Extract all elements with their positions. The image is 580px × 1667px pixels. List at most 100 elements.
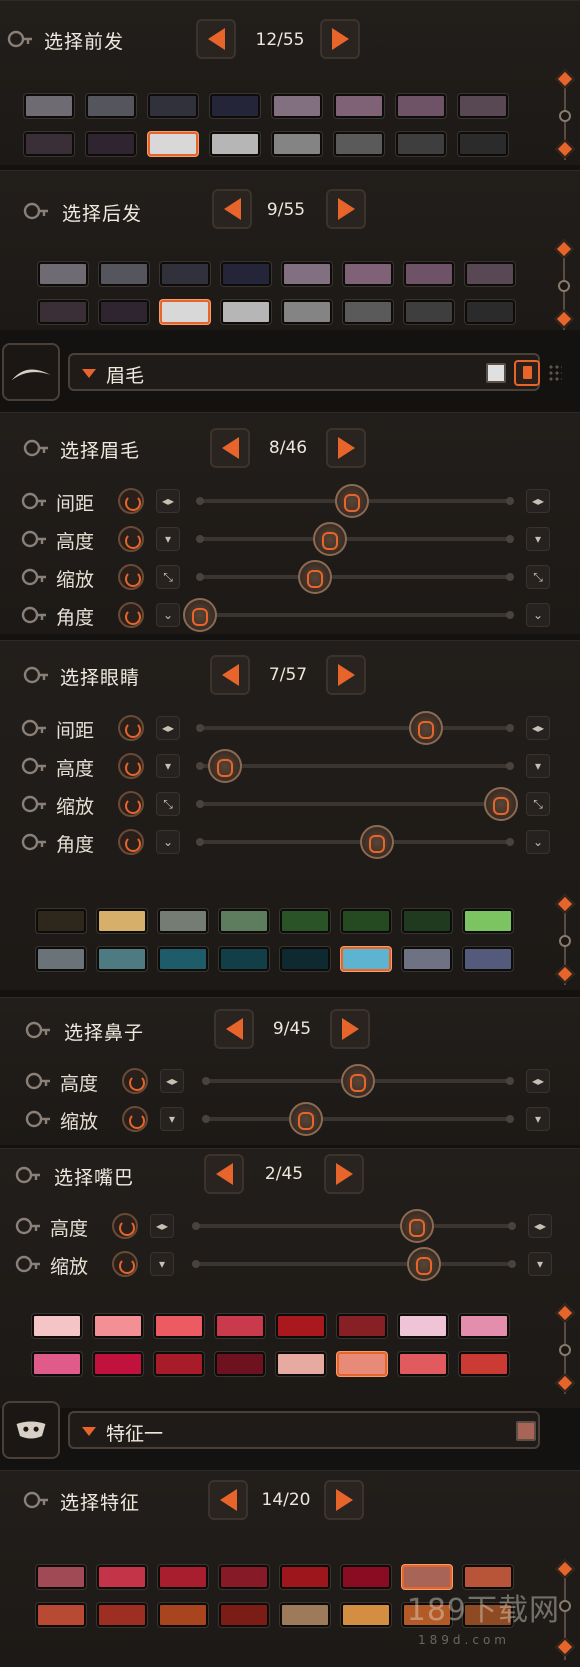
- eyebrow-category-bar[interactable]: 眉毛: [68, 353, 562, 391]
- scroll-up-icon[interactable]: [555, 894, 575, 914]
- eyebrow-slider-track[interactable]: [196, 535, 514, 543]
- color-swatch[interactable]: [398, 1314, 448, 1338]
- color-swatch[interactable]: [459, 1352, 509, 1376]
- eyes-slider-track[interactable]: [196, 838, 514, 846]
- color-swatch[interactable]: [210, 132, 260, 156]
- mouth-slider-track[interactable]: [192, 1260, 516, 1268]
- eyebrow-color-chip[interactable]: [486, 363, 506, 383]
- reset-icon[interactable]: [112, 1213, 138, 1239]
- mouth-color-scrollbar[interactable]: [555, 1303, 575, 1394]
- lock-icon[interactable]: [14, 1164, 42, 1186]
- eyebrow-prev-button[interactable]: [210, 428, 250, 468]
- color-swatch[interactable]: [280, 1603, 330, 1627]
- reset-icon[interactable]: [118, 715, 144, 741]
- eyes-slider-track[interactable]: [196, 762, 514, 770]
- back-hair-scrollbar[interactable]: [554, 239, 574, 330]
- lock-icon[interactable]: [20, 604, 48, 626]
- color-swatch[interactable]: [402, 947, 452, 971]
- color-swatch[interactable]: [402, 909, 452, 933]
- color-swatch[interactable]: [463, 909, 513, 933]
- color-swatch[interactable]: [99, 300, 149, 324]
- slider-thumb[interactable]: [313, 522, 348, 556]
- slider-thumb[interactable]: [406, 1247, 441, 1281]
- color-swatch[interactable]: [282, 262, 332, 286]
- palette-icon[interactable]: [514, 360, 540, 386]
- lock-icon[interactable]: [24, 1108, 52, 1130]
- slider-thumb[interactable]: [483, 787, 518, 821]
- front-hair-prev-button[interactable]: [196, 19, 236, 59]
- color-swatch[interactable]: [32, 1352, 82, 1376]
- color-swatch[interactable]: [210, 94, 260, 118]
- lock-icon[interactable]: [24, 1070, 52, 1092]
- mouth-next-button[interactable]: [324, 1154, 364, 1194]
- color-swatch[interactable]: [341, 1565, 391, 1589]
- slider-thumb[interactable]: [334, 484, 369, 518]
- reset-icon[interactable]: [118, 753, 144, 779]
- color-swatch[interactable]: [219, 909, 269, 933]
- color-swatch[interactable]: [38, 262, 88, 286]
- reset-icon[interactable]: [122, 1068, 148, 1094]
- color-swatch[interactable]: [38, 300, 88, 324]
- color-swatch[interactable]: [158, 947, 208, 971]
- color-swatch[interactable]: [32, 1314, 82, 1338]
- lock-icon[interactable]: [22, 664, 50, 686]
- color-swatch[interactable]: [459, 1314, 509, 1338]
- color-swatch[interactable]: [154, 1352, 204, 1376]
- back-hair-next-button[interactable]: [326, 189, 366, 229]
- color-swatch[interactable]: [404, 262, 454, 286]
- feature-category-icon[interactable]: [2, 1401, 60, 1459]
- lock-icon[interactable]: [14, 1253, 42, 1275]
- scroll-down-icon[interactable]: [555, 1373, 575, 1393]
- color-swatch[interactable]: [219, 1565, 269, 1589]
- lock-icon[interactable]: [20, 528, 48, 550]
- scroll-down-icon[interactable]: [555, 139, 575, 159]
- color-swatch[interactable]: [272, 132, 322, 156]
- scroll-down-icon[interactable]: [555, 964, 575, 984]
- nose-prev-button[interactable]: [214, 1009, 254, 1049]
- color-swatch[interactable]: [160, 262, 210, 286]
- color-swatch[interactable]: [154, 1314, 204, 1338]
- color-swatch[interactable]: [219, 947, 269, 971]
- drag-handle-icon[interactable]: [548, 364, 562, 382]
- slider-thumb[interactable]: [359, 825, 394, 859]
- reset-icon[interactable]: [118, 791, 144, 817]
- scroll-up-icon[interactable]: [554, 239, 574, 259]
- slider-thumb[interactable]: [400, 1209, 435, 1243]
- color-swatch[interactable]: [341, 1603, 391, 1627]
- reset-icon[interactable]: [118, 829, 144, 855]
- scroll-up-icon[interactable]: [555, 69, 575, 89]
- scroll-thumb[interactable]: [559, 110, 571, 122]
- reset-icon[interactable]: [122, 1106, 148, 1132]
- color-swatch[interactable]: [458, 94, 508, 118]
- color-swatch[interactable]: [97, 1603, 147, 1627]
- color-swatch[interactable]: [215, 1314, 265, 1338]
- color-swatch[interactable]: [341, 947, 391, 971]
- nose-slider-track[interactable]: [202, 1115, 514, 1123]
- color-swatch[interactable]: [404, 300, 454, 324]
- color-swatch[interactable]: [36, 947, 86, 971]
- reset-icon[interactable]: [112, 1251, 138, 1277]
- color-swatch[interactable]: [398, 1352, 448, 1376]
- reset-icon[interactable]: [118, 526, 144, 552]
- color-swatch[interactable]: [282, 300, 332, 324]
- color-swatch[interactable]: [24, 94, 74, 118]
- color-swatch[interactable]: [158, 909, 208, 933]
- lock-icon[interactable]: [24, 1019, 52, 1041]
- color-swatch[interactable]: [337, 1314, 387, 1338]
- eyebrow-category-icon[interactable]: [2, 343, 60, 401]
- slider-thumb[interactable]: [297, 560, 332, 594]
- lock-icon[interactable]: [22, 200, 50, 222]
- color-swatch[interactable]: [334, 132, 384, 156]
- slider-thumb[interactable]: [341, 1064, 375, 1098]
- color-swatch[interactable]: [93, 1352, 143, 1376]
- color-swatch[interactable]: [337, 1352, 387, 1376]
- mouth-prev-button[interactable]: [204, 1154, 244, 1194]
- color-swatch[interactable]: [158, 1603, 208, 1627]
- color-swatch[interactable]: [99, 262, 149, 286]
- color-swatch[interactable]: [343, 262, 393, 286]
- lock-icon[interactable]: [20, 490, 48, 512]
- color-swatch[interactable]: [24, 132, 74, 156]
- color-swatch[interactable]: [160, 300, 210, 324]
- color-swatch[interactable]: [396, 94, 446, 118]
- mouth-slider-track[interactable]: [192, 1222, 516, 1230]
